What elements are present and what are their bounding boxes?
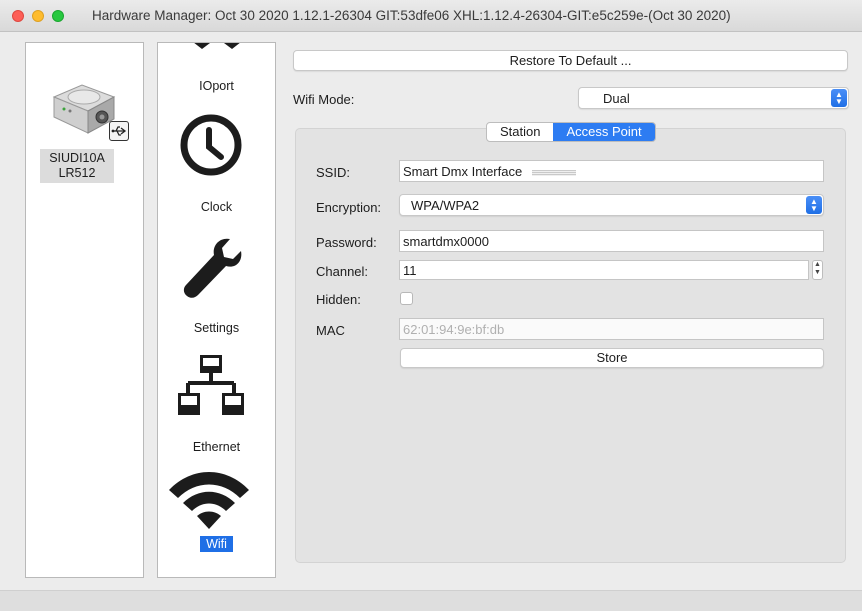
nav-label-wifi-text: Wifi bbox=[200, 536, 233, 552]
tab-station[interactable]: Station bbox=[487, 123, 553, 141]
close-window-button[interactable] bbox=[12, 10, 24, 22]
mac-value: 62:01:94:9e:bf:db bbox=[403, 322, 505, 337]
nav-label-ioport: IOport bbox=[199, 79, 234, 93]
zoom-window-button[interactable] bbox=[52, 10, 64, 22]
device-name-line2: LR512 bbox=[58, 166, 96, 180]
device-name-line1: SIUDI10A bbox=[49, 151, 105, 165]
mode-tabs: Station Access Point bbox=[486, 122, 656, 142]
nav-label-ethernet: Ethernet bbox=[192, 440, 241, 454]
device-list: SIUDI10A LR512 bbox=[25, 42, 144, 578]
channel-value: 11 bbox=[403, 263, 417, 278]
wifi-mode-select[interactable]: Dual ▲ ▼ bbox=[578, 87, 849, 109]
ssid-redacted bbox=[531, 169, 576, 176]
encryption-select[interactable]: WPA/WPA2 ▲ ▼ bbox=[399, 194, 824, 216]
wifi-settings-panel: Restore To Default ... Wifi Mode: Dual ▲… bbox=[290, 48, 850, 578]
wifi-icon bbox=[169, 472, 249, 529]
ssid-value: Smart Dmx Interface bbox=[403, 164, 523, 179]
ssid-input[interactable]: Smart Dmx Interface bbox=[399, 160, 824, 182]
wifi-mode-label: Wifi Mode: bbox=[293, 92, 355, 107]
ioport-icon bbox=[194, 43, 240, 49]
store-button[interactable]: Store bbox=[400, 348, 824, 368]
hidden-checkbox[interactable] bbox=[400, 292, 413, 305]
network-icon bbox=[178, 355, 244, 415]
channel-stepper[interactable]: ▲ ▼ bbox=[812, 260, 823, 280]
restore-default-button[interactable]: Restore To Default ... bbox=[293, 50, 848, 71]
password-label: Password: bbox=[316, 235, 377, 250]
device-item[interactable] bbox=[48, 67, 129, 147]
select-arrows-icon: ▲ ▼ bbox=[831, 89, 847, 107]
title-bar: Hardware Manager: Oct 30 2020 1.12.1-263… bbox=[0, 0, 862, 32]
wrench-icon bbox=[183, 238, 242, 298]
wifi-mode-value: Dual bbox=[603, 91, 630, 106]
status-bar bbox=[0, 590, 862, 611]
settings-nav: IOport Clock Settings Ethernet Wifi bbox=[157, 42, 276, 578]
nav-label-clock: Clock bbox=[200, 200, 233, 214]
hidden-label: Hidden: bbox=[316, 292, 361, 307]
password-value: smartdmx0000 bbox=[403, 234, 489, 249]
mac-field: 62:01:94:9e:bf:db bbox=[399, 318, 824, 340]
mac-label: MAC bbox=[316, 323, 345, 338]
nav-label-settings: Settings bbox=[193, 321, 240, 335]
clock-icon bbox=[180, 114, 242, 176]
window-title: Hardware Manager: Oct 30 2020 1.12.1-263… bbox=[92, 8, 731, 23]
encryption-label: Encryption: bbox=[316, 200, 382, 215]
tab-access-point[interactable]: Access Point bbox=[553, 123, 655, 141]
device-name-label[interactable]: SIUDI10A LR512 bbox=[40, 149, 114, 183]
channel-input[interactable]: 11 bbox=[399, 260, 809, 280]
nav-label-wifi: Wifi bbox=[158, 536, 275, 552]
minimize-window-button[interactable] bbox=[32, 10, 44, 22]
usb-icon bbox=[109, 121, 129, 141]
encryption-value: WPA/WPA2 bbox=[411, 198, 480, 213]
ssid-label: SSID: bbox=[316, 165, 350, 180]
select-arrows-icon: ▲ ▼ bbox=[806, 196, 822, 214]
channel-label: Channel: bbox=[316, 264, 369, 279]
password-input[interactable]: smartdmx0000 bbox=[399, 230, 824, 252]
